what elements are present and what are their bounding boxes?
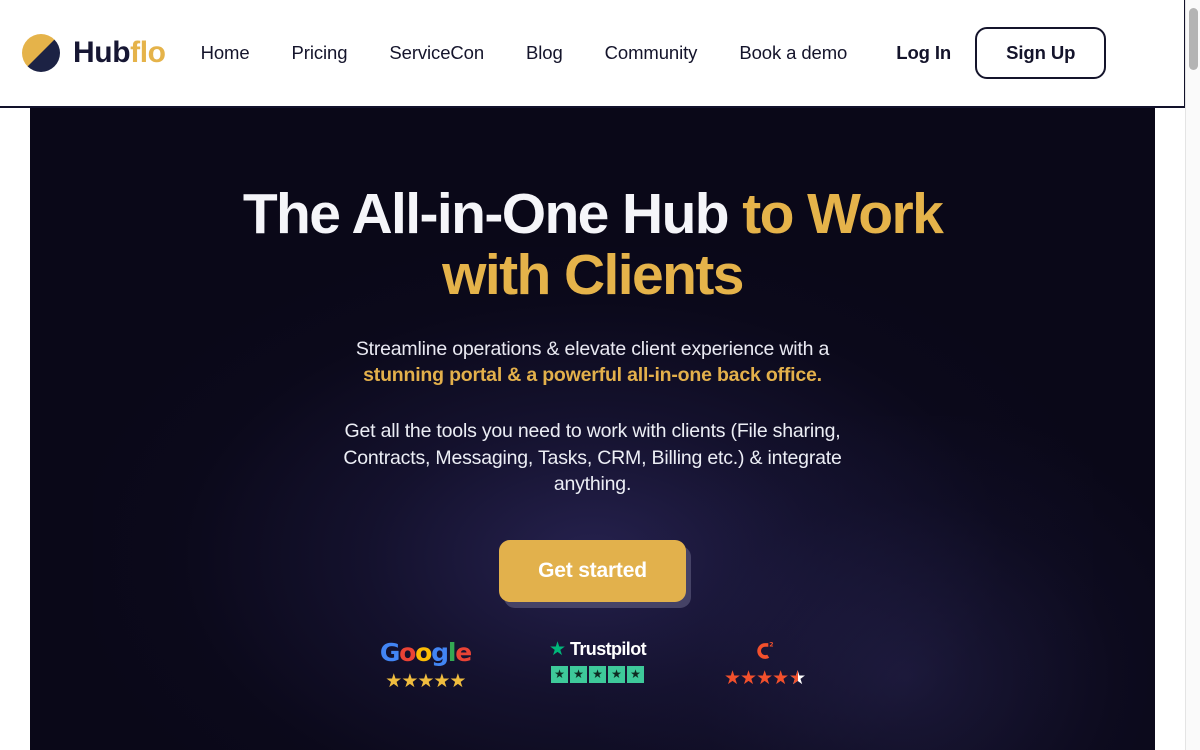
hero-subheading-line2: stunning portal & a powerful all-in-one … [363, 364, 822, 387]
trustpilot-star-box: ★ [550, 665, 568, 683]
brand-logo-link[interactable]: Hubflo [22, 34, 166, 72]
hubflo-circle-logo-icon [22, 34, 60, 72]
g2-half-star-fill: ★ [789, 668, 799, 688]
trustpilot-star-box: ★ [569, 665, 587, 683]
trustpilot-star-box: ★ [607, 665, 625, 683]
hero-headline: The All-in-One Hub to Work with Clients [213, 184, 973, 306]
nav-link-servicecon[interactable]: ServiceCon [389, 36, 484, 70]
google-star-rating: ★★★★★ [385, 670, 466, 692]
site-header: Hubflo Home Pricing ServiceCon Blog Comm… [0, 0, 1186, 108]
headline-white-part: The All-in-One Hub [242, 182, 743, 246]
main-navigation: Home Pricing ServiceCon Blog Community B… [192, 27, 1164, 79]
hero-subheading: Streamline operations & elevate client e… [273, 336, 913, 389]
hero-section: The All-in-One Hub to Work with Clients … [30, 108, 1155, 750]
brand-name-part2: flo [130, 36, 166, 69]
brand-name: Hubflo [73, 38, 166, 68]
svg-text:2: 2 [769, 641, 773, 648]
trustpilot-star-box: ★ [626, 665, 644, 683]
trustpilot-logo-icon: ★ Trustpilot [548, 638, 647, 660]
hero-subheading-line1: Streamline operations & elevate client e… [355, 337, 830, 360]
nav-link-blog[interactable]: Blog [526, 36, 563, 70]
nav-link-home[interactable]: Home [201, 36, 250, 70]
browser-viewport: Hubflo Home Pricing ServiceCon Blog Comm… [0, 0, 1200, 750]
trustpilot-star-box: ★ [588, 665, 606, 683]
vertical-scrollbar[interactable] [1185, 0, 1200, 750]
nav-link-login[interactable]: Log In [896, 36, 951, 70]
g2-half-star: ★ ★ [789, 667, 806, 689]
rating-badges: Google ★★★★★ ★ Trustpilot ★ ★ ★ ★ ★ 2 ★★… [30, 640, 1155, 691]
rating-badge-g2[interactable]: 2 ★★★★ ★ ★ [724, 640, 806, 689]
trustpilot-star-rating: ★ ★ ★ ★ ★ [550, 665, 644, 683]
hero-body-text: Get all the tools you need to work with … [343, 420, 842, 496]
scrollbar-thumb[interactable] [1189, 8, 1198, 70]
google-logo-icon: Google [379, 637, 472, 667]
hero-cta-wrapper: Get started [30, 539, 1155, 602]
rating-badge-trustpilot[interactable]: ★ Trustpilot ★ ★ ★ ★ ★ [548, 638, 647, 683]
nav-link-book-a-demo[interactable]: Book a demo [739, 36, 847, 70]
trustpilot-wordmark: Trustpilot [570, 639, 647, 660]
nav-link-pricing[interactable]: Pricing [292, 36, 348, 70]
brand-name-part1: Hub [73, 36, 131, 69]
g2-logo-icon: 2 [754, 640, 776, 662]
sign-up-button[interactable]: Sign Up [975, 27, 1107, 79]
get-started-button[interactable]: Get started [499, 539, 686, 602]
rating-badge-google[interactable]: Google ★★★★★ [379, 637, 472, 692]
g2-star-rating: ★★★★ ★ ★ [724, 667, 806, 689]
hero-content: The All-in-One Hub to Work with Clients … [30, 108, 1155, 691]
g2-full-stars: ★★★★ [724, 667, 789, 689]
nav-link-community[interactable]: Community [605, 36, 698, 70]
trustpilot-star-icon: ★ [548, 638, 566, 660]
